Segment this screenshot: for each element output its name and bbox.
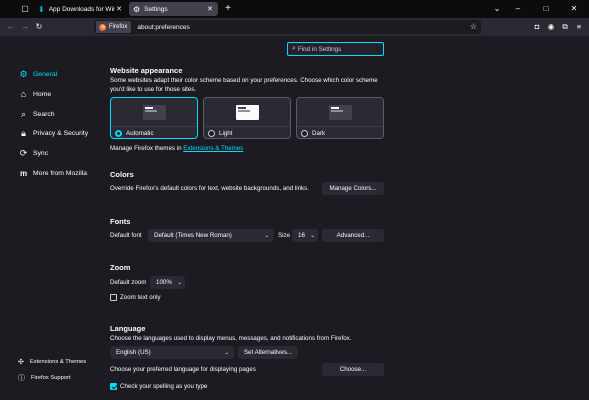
section-heading-fonts: Fonts [110,217,131,226]
help-icon: ⓘ [18,375,25,382]
sidebar-footer-extensions[interactable]: ✣ Extensions & Themes [18,356,86,368]
extensions-icon[interactable]: ⧉ [558,18,572,36]
language-description: Choose the languages used to display men… [110,335,352,342]
colors-description: Override Firefox's default colors for te… [110,185,309,192]
manage-themes-prefix: Manage Firefox themes in [110,145,182,152]
website-appearance-description: Some websites adapt their color scheme b… [110,77,378,93]
url-bar[interactable]: Firefox about:preferences ☆ [94,20,481,34]
language-value: English (US) [116,349,151,356]
close-icon[interactable]: ✕ [206,5,214,13]
list-all-tabs-icon[interactable]: ⌄ [490,0,504,18]
forward-button[interactable]: → [18,18,32,36]
spell-check-checkbox[interactable] [110,383,117,390]
mozilla-icon: m [19,168,28,178]
chevron-down-icon: ⌄ [177,279,182,286]
default-font-value: Default (Times New Roman) [154,232,232,239]
bookmark-star-icon[interactable]: ☆ [470,20,477,34]
identity-label: Firefox [109,24,128,30]
theme-option-label: Light [219,129,233,137]
font-size-value: 16 [298,232,305,239]
theme-option-light[interactable]: Light [203,97,291,139]
radio-light[interactable] [208,129,215,137]
radio-automatic[interactable] [115,129,122,137]
account-icon[interactable]: ◉ [544,18,558,36]
new-tab-button[interactable]: + [221,0,235,18]
set-alternatives-button[interactable]: Set Alternatives... [238,346,298,359]
reload-button[interactable]: ↻ [32,18,46,36]
theme-option-automatic[interactable]: Automatic [110,97,198,139]
font-size-select[interactable]: 16 ⌄ [292,229,318,242]
lock-icon: 🔒︎ [21,127,26,138]
theme-preview [297,98,383,126]
radio-dark[interactable] [301,129,308,137]
close-window-button[interactable]: ✕ [560,0,588,18]
search-icon: ⌕ [20,108,27,119]
firefox-view-icon[interactable]: ▢ [18,0,32,18]
preferred-language-label: Choose your preferred language for displ… [110,366,256,373]
default-font-select[interactable]: Default (Times New Roman) ⌄ [148,229,274,242]
sync-icon: ⟳ [19,147,28,158]
settings-main: Website appearance Some websites adapt t… [110,36,385,400]
tab-strip: ▢ ⬇ App Downloads for Windows ✕ ⚙ Settin… [0,0,589,18]
section-heading-website-appearance: Website appearance [110,66,183,75]
identity-box[interactable]: Firefox [96,21,132,33]
sidebar-item-label: Sync [33,149,49,157]
pocket-icon[interactable]: ◘ [530,18,544,36]
tab-title: App Downloads for Windows [48,5,115,13]
preferences-page: ⌕ Find in Settings ⚙ General ⌂ Home ⌕ Se… [0,36,589,400]
tab-app-downloads[interactable]: ⬇ App Downloads for Windows ✕ [34,2,127,16]
section-heading-colors: Colors [110,170,134,179]
default-zoom-select[interactable]: 100% ⌄ [150,276,185,289]
chevron-down-icon: ⌄ [310,232,315,239]
tab-title: Settings [144,5,168,13]
close-icon[interactable]: ✕ [115,5,123,13]
zoom-text-only-checkbox[interactable] [110,294,117,301]
section-heading-language: Language [110,324,146,333]
sidebar-footer-label: Firefox Support [31,375,71,381]
zoom-text-only-label: Zoom text only [120,294,161,301]
maximize-button[interactable]: □ [532,0,560,18]
font-size-label: Size [278,232,291,239]
sidebar-item-label: Privacy & Security [33,129,89,137]
gear-icon: ⚙ [133,4,141,14]
theme-option-label: Automatic [126,129,154,137]
gear-icon: ⚙ [19,68,28,79]
choose-language-button[interactable]: Choose... [322,363,384,376]
chevron-down-icon: ⌄ [224,349,229,356]
section-heading-zoom: Zoom [110,263,131,272]
sidebar-footer-label: Extensions & Themes [29,359,87,365]
chevron-down-icon: ⌄ [264,232,269,239]
navigation-toolbar: ← → ↻ Firefox about:preferences ☆ ◘ ◉ ⧉ … [0,18,589,36]
menu-icon[interactable]: ≡ [572,18,586,36]
sidebar-item-label: More from Mozilla [33,169,88,177]
theme-option-dark[interactable]: Dark [296,97,384,139]
theme-preview [111,98,197,126]
back-button[interactable]: ← [4,18,18,36]
advanced-fonts-button[interactable]: Advanced... [322,229,384,242]
sidebar-item-label: General [33,70,58,78]
home-icon: ⌂ [20,89,27,99]
tab-settings[interactable]: ⚙ Settings ✕ [129,2,218,16]
sidebar-item-label: Home [33,90,52,98]
theme-preview [204,98,290,126]
sidebar-footer-support[interactable]: ⓘ Firefox Support [18,372,71,384]
puzzle-icon: ✣ [18,359,24,366]
language-select[interactable]: English (US) ⌄ [110,346,234,359]
firefox-logo-icon [99,23,106,31]
theme-option-label: Dark [312,129,326,137]
default-font-label: Default font [110,232,142,239]
spell-check-label: Check your spelling as you type [120,383,208,390]
download-icon: ⬇ [38,4,45,14]
default-zoom-value: 100% [156,279,172,286]
manage-themes-text: Manage Firefox themes in Extensions & Th… [110,144,243,153]
minimize-button[interactable]: – [504,0,532,18]
manage-colors-button[interactable]: Manage Colors... [322,182,384,195]
default-zoom-label: Default zoom [110,279,147,286]
extensions-themes-link[interactable]: Extensions & Themes [183,145,243,152]
sidebar-item-label: Search [33,110,55,118]
url-text[interactable]: about:preferences [137,24,189,31]
